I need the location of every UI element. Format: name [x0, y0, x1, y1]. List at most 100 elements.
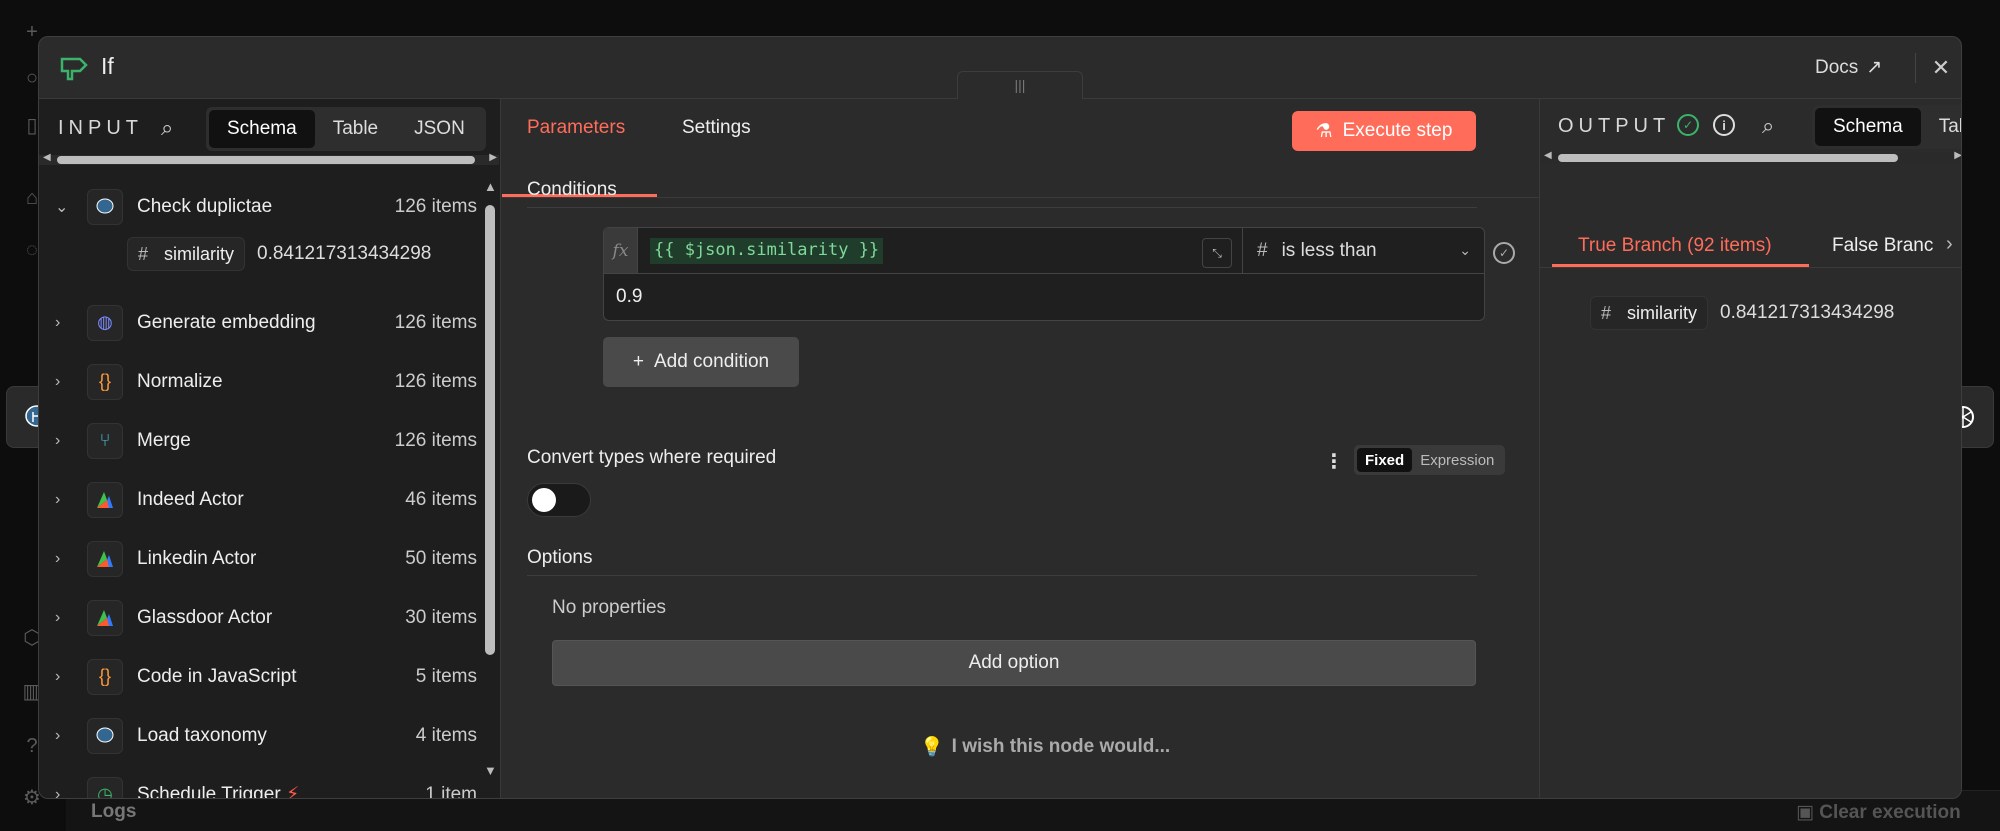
input-label: INPUT [58, 117, 143, 139]
condition-value-input[interactable]: 0.9 [616, 286, 642, 308]
field-name: similarity [164, 243, 235, 264]
no-properties-text: No properties [552, 597, 667, 618]
chevron-right-icon[interactable]: › [1946, 233, 1953, 256]
node-item-count: 126 items [394, 195, 477, 217]
field-chip[interactable]: # similarity [127, 237, 246, 271]
convert-types-toggle[interactable] [527, 483, 591, 517]
node-item-count: 126 items [394, 370, 477, 392]
list-item[interactable]: › Load taxonomy 4 items [39, 706, 479, 765]
scroll-thumb[interactable] [485, 205, 495, 655]
flask-icon: ⚗ [1315, 120, 1333, 142]
list-item[interactable]: › {} Code in JavaScript 5 items [39, 647, 479, 706]
tab-settings[interactable]: Settings [682, 117, 751, 139]
chevron-right-icon[interactable]: › [55, 314, 71, 332]
chevron-right-icon[interactable]: › [55, 786, 71, 799]
chevron-right-icon[interactable]: › [55, 432, 71, 450]
input-view-switch: Schema Table JSON [206, 107, 486, 151]
feedback-link[interactable]: 💡 I wish this node would... [920, 735, 1170, 759]
operator-select[interactable]: # is less than ⌄ [1242, 228, 1485, 273]
execute-step-button[interactable]: ⚗ Execute step [1292, 111, 1476, 151]
logs-label[interactable]: Logs [91, 801, 136, 823]
list-item[interactable]: › Linkedin Actor 50 items [39, 529, 479, 588]
chevron-down-icon[interactable]: ⌄ [55, 197, 71, 217]
mode-expression[interactable]: Expression [1412, 448, 1502, 472]
node-item-count: 30 items [405, 606, 477, 628]
node-details-modal: If Docs ↗ ✕ ||| INPUT ⌕ Schema Table JSO… [38, 36, 1962, 799]
output-horizontal-scrollbar[interactable]: ◀ ▶ [1540, 150, 1961, 163]
tabs-divider [502, 197, 1539, 198]
tab-parameters[interactable]: Parameters [527, 117, 625, 139]
toggle-knob [532, 488, 556, 512]
number-type-icon: # [1257, 239, 1268, 261]
list-item[interactable]: › ◍ Generate embedding 126 items [39, 293, 479, 352]
add-option-button[interactable]: Add option [552, 640, 1476, 686]
input-horizontal-scrollbar[interactable]: ◀ ▶ [39, 152, 499, 165]
input-view-table[interactable]: Table [315, 110, 396, 148]
search-icon[interactable]: ⌕ [1762, 113, 1774, 139]
input-vertical-scrollbar[interactable]: ▲ ▼ [481, 177, 499, 787]
scroll-thumb[interactable] [1558, 154, 1898, 162]
panel-drag-handle[interactable]: ||| [957, 71, 1083, 99]
tab-true-branch[interactable]: True Branch (92 items) [1578, 235, 1772, 257]
field-name: similarity [1627, 302, 1698, 323]
add-condition-button[interactable]: + Add condition [603, 337, 799, 387]
chevron-down-icon: ⌄ [1459, 242, 1471, 258]
node-item-count: 126 items [394, 311, 477, 333]
scroll-down-icon[interactable]: ▼ [484, 763, 497, 778]
clear-execution-button[interactable]: ▣ Clear execution [1796, 801, 1961, 824]
scroll-up-icon[interactable]: ▲ [484, 179, 497, 194]
chevron-right-icon[interactable]: › [55, 550, 71, 568]
clock-icon: ◷ [87, 776, 123, 798]
chevron-right-icon[interactable]: › [55, 373, 71, 391]
schema-field: # similarity 0.841217313434298 [1590, 295, 1894, 331]
open-expression-editor-icon[interactable]: ⤡ [1202, 238, 1232, 268]
search-icon[interactable]: ⌕ [161, 115, 173, 141]
operator-value: is less than [1281, 239, 1377, 261]
parameters-panel: Parameters Settings ⚗ Execute step Condi… [502, 99, 1539, 798]
chevron-right-icon[interactable]: › [55, 491, 71, 509]
chevron-right-icon[interactable]: › [55, 668, 71, 686]
output-view-schema[interactable]: Schema [1815, 108, 1921, 146]
node-item-count: 50 items [405, 547, 477, 569]
more-options-icon[interactable]: ⋮ [1324, 449, 1344, 474]
list-item[interactable]: › {} Normalize 126 items [39, 352, 479, 411]
add-condition-label: Add condition [653, 351, 770, 372]
output-view-table[interactable]: Table [1921, 108, 1961, 146]
chevron-right-icon[interactable]: › [55, 727, 71, 745]
tab-false-branch[interactable]: False Branc [1832, 235, 1933, 257]
globe-icon: ◍ [87, 304, 123, 341]
list-item[interactable]: › ⑂ Merge 126 items [39, 411, 479, 470]
input-node-list: ⌄ Check duplictae 126 items # similarity… [39, 177, 479, 799]
node-item-count: 5 items [415, 665, 477, 687]
lightbulb-icon: 💡 [920, 737, 944, 758]
scroll-thumb[interactable] [57, 156, 475, 164]
input-view-json[interactable]: JSON [396, 110, 483, 148]
output-label: OUTPUT [1558, 115, 1671, 137]
list-item[interactable]: › Glassdoor Actor 30 items [39, 588, 479, 647]
docs-link[interactable]: Docs ↗ [1815, 56, 1882, 79]
merge-icon: ⑂ [87, 422, 123, 459]
input-view-schema[interactable]: Schema [209, 110, 315, 148]
options-label: Options [527, 547, 593, 568]
close-button[interactable]: ✕ [1924, 51, 1958, 85]
apify-icon [87, 540, 123, 577]
input-panel: INPUT ⌕ Schema Table JSON ◀ ▶ ⌄ Check du… [39, 99, 501, 799]
mode-fixed[interactable]: Fixed [1357, 448, 1413, 472]
node-name-text: Schedule Trigger [137, 784, 281, 799]
node-name: Merge [137, 429, 191, 451]
field-chip[interactable]: # similarity [1590, 296, 1709, 330]
chevron-right-icon[interactable]: › [55, 609, 71, 627]
postgres-icon [87, 188, 123, 225]
list-item[interactable]: › Indeed Actor 46 items [39, 470, 479, 529]
list-item[interactable]: › ◷ Schedule Trigger ⚡ 1 item [39, 765, 479, 799]
condition-check-icon[interactable]: ✓ [1493, 242, 1515, 264]
node-item-count: 1 item [425, 783, 477, 799]
node-name: Indeed Actor [137, 488, 244, 510]
list-item[interactable]: ⌄ Check duplictae 126 items [39, 177, 479, 236]
header-divider [1915, 53, 1916, 83]
conditions-divider [527, 207, 1477, 208]
output-view-switch: Schema Table [1812, 105, 1961, 149]
number-type-icon: # [138, 243, 149, 264]
info-icon[interactable]: i [1713, 114, 1735, 136]
condition-expression-input[interactable]: {{ $json.similarity }} [650, 238, 884, 264]
